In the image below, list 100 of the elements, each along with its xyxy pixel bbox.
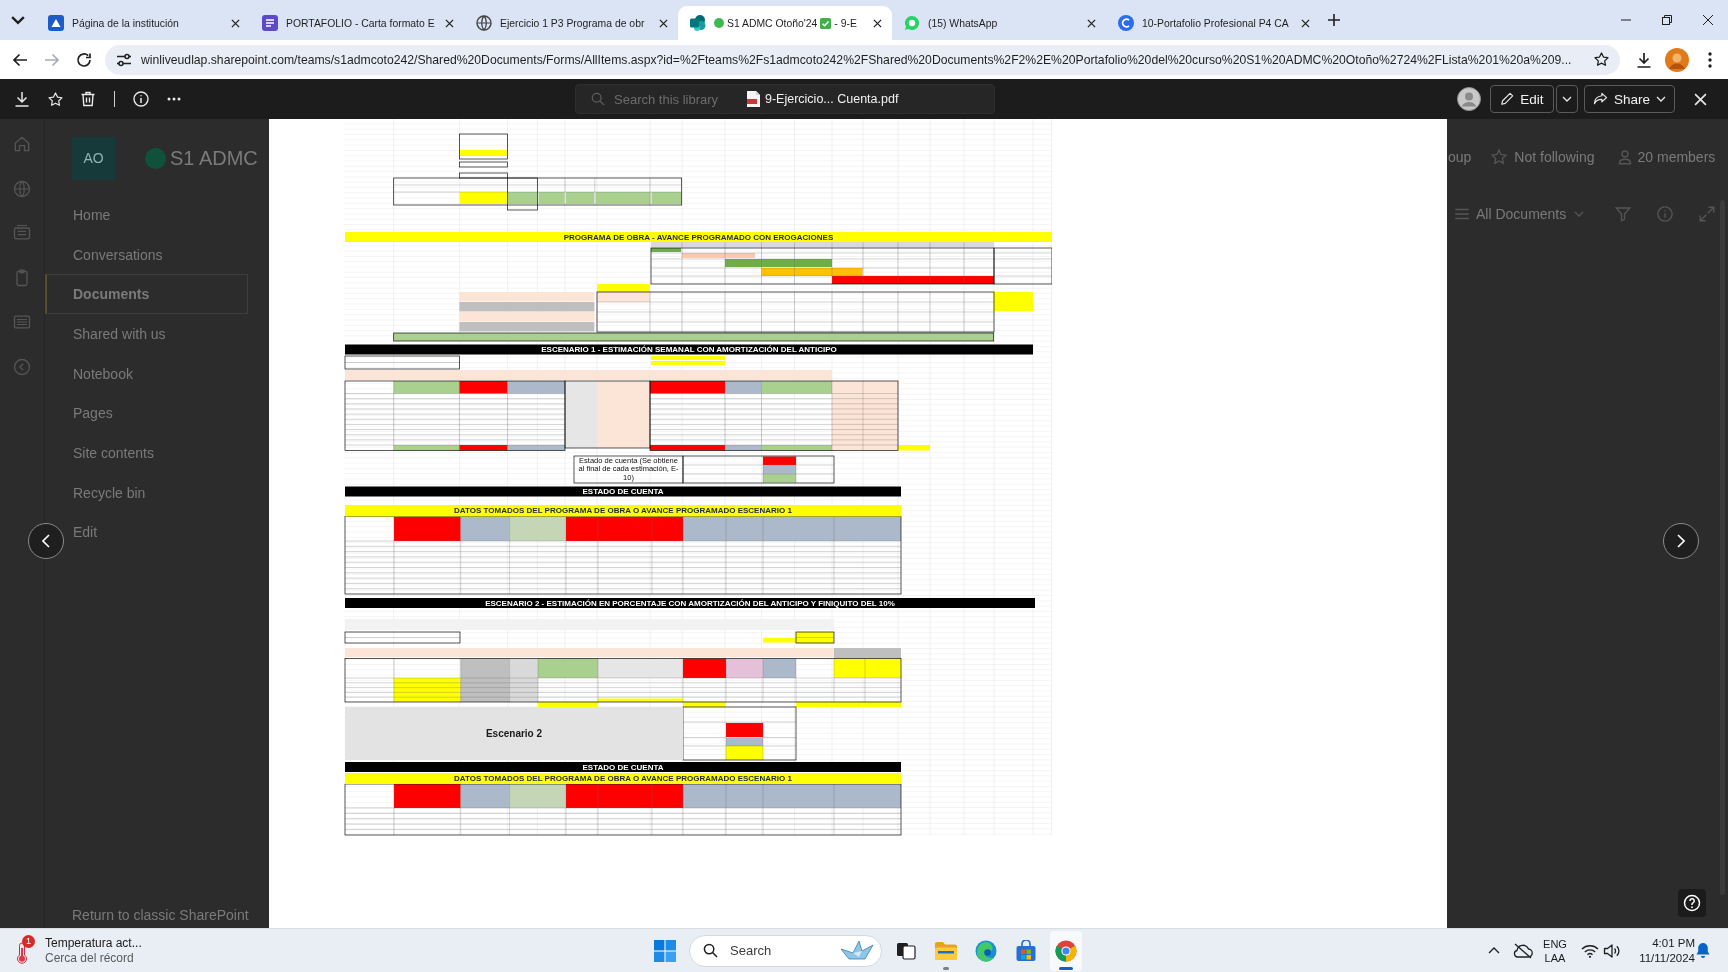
info-icon bbox=[1656, 205, 1675, 223]
section-heading: PROGRAMA DE OBRA - AVANCE PROGRAMADO CON EROGACIONES bbox=[345, 232, 1052, 242]
more-vertical-icon bbox=[1708, 51, 1712, 68]
running-indicator bbox=[943, 966, 949, 970]
search-icon bbox=[703, 943, 718, 958]
weather-title: Temperatura act... bbox=[45, 935, 142, 951]
file-title: 9-Ejercicio... Cuenta.pdf bbox=[765, 92, 899, 106]
input-language-indicator[interactable]: ENG LAA bbox=[1540, 936, 1570, 965]
chevron-left-icon bbox=[42, 534, 50, 548]
paper-crane-icon bbox=[839, 938, 875, 963]
ring-logo-icon bbox=[1118, 15, 1134, 31]
grid-logo-icon bbox=[654, 939, 676, 962]
chevron-up-icon bbox=[1488, 947, 1500, 954]
swirl-logo-icon bbox=[975, 939, 997, 962]
arrow-left-icon bbox=[12, 51, 28, 68]
avatar-icon[interactable] bbox=[1457, 87, 1481, 111]
weather-subtitle: Cerca del récord bbox=[45, 950, 135, 966]
scenario-title-cell: Escenario 2 bbox=[345, 707, 683, 760]
circles-logo-icon bbox=[690, 15, 706, 31]
edit-button[interactable]: Edit bbox=[1490, 85, 1554, 113]
members-label: 20 members bbox=[1637, 149, 1716, 165]
browser-tab[interactable]: 10-Portafolio Profesional P4 CA bbox=[1106, 6, 1320, 40]
folder-icon bbox=[934, 940, 958, 961]
app-tile-icon bbox=[48, 15, 64, 31]
taskbar-search-field[interactable]: Search bbox=[689, 934, 882, 967]
shopping-bag-icon bbox=[1015, 939, 1037, 962]
wifi-icon[interactable] bbox=[1581, 943, 1599, 958]
close-icon bbox=[1086, 18, 1096, 28]
share-icon bbox=[1593, 92, 1608, 106]
arrow-right-icon bbox=[44, 51, 60, 68]
pencil-icon bbox=[1500, 92, 1515, 106]
caret-down-icon bbox=[1656, 96, 1666, 102]
browser-tab[interactable]: (15) WhatsApp bbox=[892, 6, 1106, 40]
caret-down-icon bbox=[1562, 96, 1572, 102]
avatar-icon[interactable] bbox=[1665, 47, 1689, 72]
reload-icon bbox=[76, 51, 92, 68]
circle-icon bbox=[714, 18, 724, 28]
circle-logo-icon bbox=[1055, 939, 1077, 962]
follow-label: Not following bbox=[1514, 149, 1595, 165]
close-icon bbox=[1702, 15, 1713, 25]
browser-tab[interactable]: Página de la institución bbox=[36, 6, 250, 40]
weather-widget[interactable]: 1 Temperatura act... Cerca del récord bbox=[12, 930, 148, 971]
chat-bubble-icon bbox=[904, 15, 920, 31]
close-icon bbox=[230, 18, 240, 28]
close-icon bbox=[658, 18, 668, 28]
trash-icon bbox=[80, 91, 96, 107]
section-heading: DATOS TOMADOS DEL PROGRAMA DE OBRA O AVANCE PROGRAMADO ESCENARIO 1 bbox=[345, 773, 901, 784]
clock[interactable]: 4:01 PM 11/11/2024 bbox=[1633, 935, 1695, 966]
check-icon bbox=[820, 17, 832, 29]
more-horizontal-icon bbox=[167, 97, 181, 101]
edit-options-button[interactable] bbox=[1556, 85, 1578, 113]
running-indicator bbox=[1059, 966, 1073, 970]
help-icon bbox=[1683, 894, 1701, 912]
star-icon bbox=[46, 90, 64, 108]
section-heading: ESCENARIO 1 - ESTIMACIÓN SEMANAL CON AMORTIZACIÓN DEL ANTICIPO bbox=[345, 344, 1033, 355]
star-icon bbox=[1592, 51, 1610, 68]
document-icon bbox=[262, 15, 278, 31]
browser-tab[interactable]: S1 ADMC Otoño'24 - 9-E bbox=[678, 6, 892, 40]
pdf-file-icon bbox=[747, 91, 760, 107]
globe-icon bbox=[476, 15, 492, 31]
section-heading: ESCENARIO 2 - ESTIMACIÓN EN PORCENTAJE CON AMORTIZACIÓN DEL ANTICIPO Y FINIQUITO DEL 10% bbox=[345, 598, 1035, 608]
close-icon bbox=[444, 18, 454, 28]
search-icon bbox=[591, 92, 605, 106]
circle-icon bbox=[145, 147, 166, 169]
bell-icon[interactable] bbox=[1695, 942, 1711, 959]
site-logo: AO bbox=[72, 136, 115, 180]
view-name: All Documents bbox=[1476, 206, 1567, 222]
close-icon bbox=[872, 18, 882, 28]
tune-icon bbox=[116, 51, 132, 68]
crossed-cloud-icon[interactable] bbox=[1513, 942, 1533, 959]
restore-icon bbox=[1661, 15, 1672, 25]
minimize-icon bbox=[1620, 19, 1631, 21]
section-heading: ESTADO DE CUENTA bbox=[345, 762, 901, 772]
star-icon bbox=[1490, 148, 1509, 166]
filter-icon bbox=[1614, 205, 1633, 223]
chevron-right-icon bbox=[1677, 534, 1685, 548]
browser-tab[interactable]: PORTAFOLIO - Carta formato E bbox=[250, 6, 464, 40]
section-heading: ESTADO DE CUENTA bbox=[345, 486, 901, 497]
address-field[interactable]: winliveudlap.sharepoint.com/teams/s1admcoto242/Shared%20Documents/Forms/AllItems.aspx?id=%2Fteams%2Fs1admcoto242%2FShared%20Documents%2F2%2E%20Portafolio%20del%20curso%20S1%20ADMC%20Otoño%2724%2FLista%201%20a%209... bbox=[105, 44, 1620, 75]
browser-tab[interactable]: Ejercicio 1 P3 Programa de obr bbox=[464, 6, 678, 40]
download-icon bbox=[1636, 51, 1652, 68]
close-icon bbox=[1300, 18, 1310, 28]
home-icon bbox=[12, 134, 32, 154]
close-icon bbox=[1693, 92, 1707, 106]
site-title: S1 ADMC bbox=[170, 146, 258, 170]
help-button[interactable] bbox=[1678, 889, 1706, 917]
caret-down-icon bbox=[1574, 211, 1585, 217]
plus-icon bbox=[1328, 14, 1340, 26]
task-view-icon bbox=[896, 941, 916, 960]
back-circle-icon bbox=[12, 356, 32, 377]
info-icon bbox=[133, 91, 149, 107]
group-label: oup bbox=[1448, 149, 1472, 165]
search-field[interactable]: Search this library 9-Ejercicio... Cuenta.pdf bbox=[575, 84, 995, 114]
section-heading: DATOS TOMADOS DEL PROGRAMA DE OBRA O AVANCE PROGRAMADO ESCENARIO 1 bbox=[345, 505, 901, 517]
share-button[interactable]: Share bbox=[1584, 85, 1675, 113]
expand-icon bbox=[1698, 205, 1717, 223]
speaker-icon[interactable] bbox=[1603, 942, 1621, 959]
globe-icon bbox=[12, 178, 32, 199]
download-icon bbox=[14, 91, 30, 107]
notification-badge: 1 bbox=[22, 934, 35, 948]
